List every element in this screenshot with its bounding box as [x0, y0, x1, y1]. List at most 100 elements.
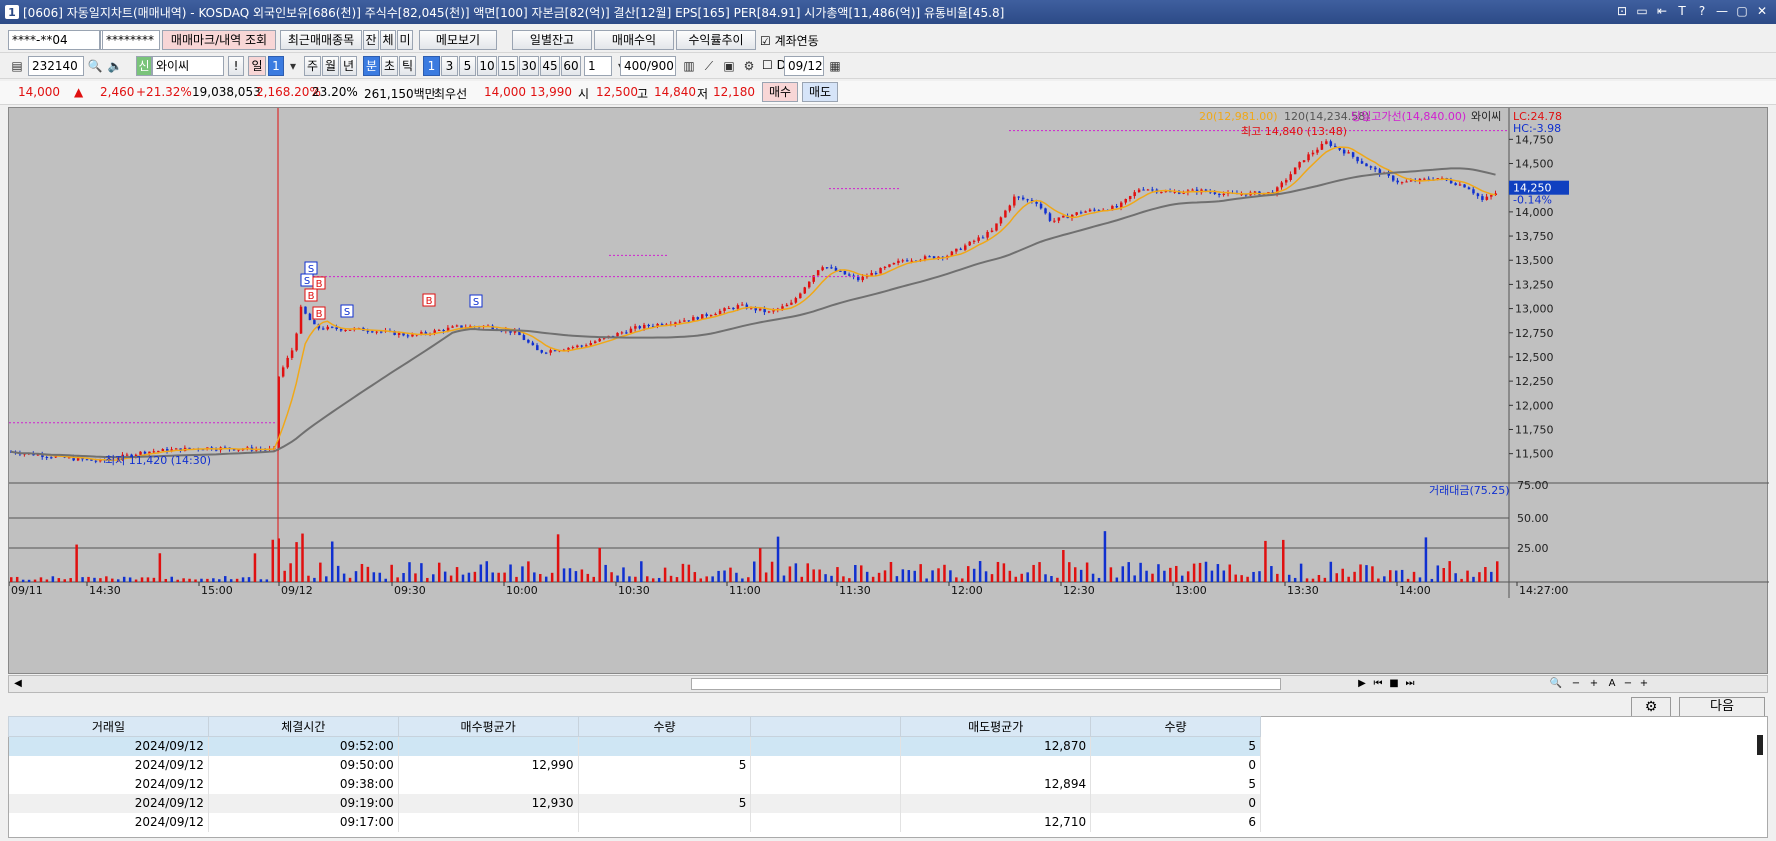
- period-second[interactable]: 초: [381, 56, 398, 76]
- font-icon[interactable]: T: [1674, 3, 1690, 19]
- close-icon[interactable]: ✕: [1754, 3, 1770, 19]
- volume-bar: [330, 541, 334, 582]
- col-buy-qty[interactable]: 수량: [577, 716, 752, 737]
- zoom-out-icon[interactable]: −: [1569, 677, 1583, 691]
- col-trade-date[interactable]: 거래일: [8, 716, 209, 737]
- interval-10[interactable]: 10: [477, 56, 497, 76]
- period-month[interactable]: 월: [322, 56, 339, 76]
- save-icon[interactable]: ▣: [720, 57, 738, 75]
- day-count-select[interactable]: 1: [268, 56, 284, 76]
- checkbox-icon[interactable]: ☑: [760, 34, 771, 48]
- stop-icon[interactable]: ■: [1387, 677, 1401, 691]
- dock-icon[interactable]: ⇤: [1654, 3, 1670, 19]
- window-title-bar: 1 [0606] 자동일지차트(매매내역) - KOSDAQ 외국인보유[686…: [0, 0, 1776, 24]
- speaker-icon[interactable]: 🔈: [106, 57, 124, 75]
- price-chart-panel[interactable]: 14,75014,50014,25014,00013,75013,50013,2…: [8, 107, 1769, 675]
- trade-marker-label: S: [308, 264, 314, 275]
- table-row[interactable]: 2024/09/12 09:52:00 12,870 5: [8, 736, 1261, 756]
- chevron-down-icon[interactable]: ▾: [284, 57, 302, 75]
- plus-tool-icon[interactable]: +: [1637, 677, 1651, 691]
- layout-icon[interactable]: ▤: [8, 57, 26, 75]
- minus-tool-icon[interactable]: −: [1621, 677, 1635, 691]
- search-icon[interactable]: 🔍: [86, 57, 104, 75]
- col-buy-avg[interactable]: 매수평균가: [397, 716, 579, 737]
- next-page-button[interactable]: 다음: [1679, 697, 1765, 717]
- table-vertical-scrollbar[interactable]: [1757, 735, 1763, 755]
- volume-bar: [955, 577, 958, 582]
- day-button[interactable]: 일: [248, 56, 266, 76]
- line-tool-icon[interactable]: ⟋: [700, 57, 718, 75]
- daily-balance-button[interactable]: 일별잔고: [512, 30, 592, 50]
- balance-button[interactable]: 잔: [363, 30, 379, 50]
- account-select[interactable]: ****-**04: [8, 30, 100, 50]
- settings-icon[interactable]: ⚙: [740, 57, 758, 75]
- stock-code-input[interactable]: 232140: [28, 56, 84, 76]
- period-week[interactable]: 주: [304, 56, 321, 76]
- help-icon[interactable]: ?: [1694, 3, 1710, 19]
- table-row[interactable]: 2024/09/12 09:19:00 12,930 5 0: [8, 793, 1261, 813]
- table-row[interactable]: 2024/09/12 09:50:00 12,990 5 0: [8, 755, 1261, 775]
- scroll-right-icon[interactable]: ▶: [1355, 677, 1369, 691]
- col-sell-avg[interactable]: 매도평균가: [900, 716, 1092, 737]
- candle-body: [1325, 141, 1328, 144]
- interval-15[interactable]: 15: [498, 56, 518, 76]
- table-row[interactable]: 2024/09/12 09:38:00 12,894 5: [8, 774, 1261, 794]
- trade-profit-button[interactable]: 매매수익: [594, 30, 674, 50]
- indicator-icon[interactable]: ▥: [680, 57, 698, 75]
- sell-button[interactable]: 매도: [802, 82, 838, 102]
- custom-interval-input[interactable]: 1: [584, 56, 612, 76]
- unfilled-button[interactable]: 미: [397, 30, 413, 50]
- zoom-plus-icon[interactable]: +: [1587, 677, 1601, 691]
- interval-5[interactable]: 5: [459, 56, 476, 76]
- interval-3[interactable]: 3: [441, 56, 458, 76]
- calendar-icon[interactable]: ▦: [826, 57, 844, 75]
- turnover-rate: 23.20%: [312, 85, 358, 99]
- grid-settings-button[interactable]: ⚙: [1631, 697, 1671, 717]
- volume-bar: [657, 577, 661, 582]
- volume-bar: [396, 577, 399, 582]
- col-exec-time[interactable]: 체결시간: [207, 716, 399, 737]
- volume-bar: [1353, 571, 1356, 582]
- volume-bar: [640, 561, 643, 582]
- volume-bar: [1103, 531, 1107, 582]
- link-window-icon[interactable]: ⊡: [1614, 3, 1630, 19]
- candle-body: [1053, 220, 1056, 222]
- col-sell-qty[interactable]: 수량: [1090, 716, 1261, 737]
- period-year[interactable]: 년: [340, 56, 357, 76]
- table-row[interactable]: 2024/09/12 09:17:00 12,710 6: [8, 812, 1261, 832]
- minimize-icon[interactable]: —: [1714, 3, 1730, 19]
- interval-1[interactable]: 1: [423, 56, 440, 76]
- restore-layout-icon[interactable]: ▭: [1634, 3, 1650, 19]
- memo-button[interactable]: 메모보기: [419, 30, 497, 50]
- interval-45[interactable]: 45: [540, 56, 560, 76]
- date-input[interactable]: 09/12: [784, 56, 824, 76]
- chart-horizontal-scrollbar[interactable]: ◀ ▶ ⏮ ■ ⏭ 🔍 − + A − +: [8, 675, 1768, 693]
- zoom-in-icon[interactable]: 🔍: [1549, 677, 1563, 691]
- last-icon[interactable]: ⏭: [1403, 677, 1417, 691]
- data-range-field[interactable]: 400/900: [620, 56, 676, 76]
- alert-button[interactable]: !: [228, 56, 244, 76]
- volume-bar: [1246, 576, 1249, 582]
- maximize-icon[interactable]: ▢: [1734, 3, 1750, 19]
- return-trend-button[interactable]: 수익률추이: [676, 30, 756, 50]
- period-tick[interactable]: 틱: [399, 56, 416, 76]
- account-link-checkbox[interactable]: ☑ 계좌연동: [760, 32, 819, 49]
- password-field[interactable]: ********: [102, 30, 160, 50]
- interval-30[interactable]: 30: [519, 56, 539, 76]
- scroll-left-icon[interactable]: ◀: [11, 677, 25, 691]
- volume-bar: [604, 564, 607, 582]
- date-checkbox[interactable]: ☐ D: [762, 58, 786, 72]
- candle-body: [174, 448, 178, 450]
- buy-button[interactable]: 매수: [762, 82, 798, 102]
- interval-60[interactable]: 60: [561, 56, 581, 76]
- first-icon[interactable]: ⏮: [1371, 677, 1385, 691]
- candle-body: [1289, 174, 1292, 180]
- executed-button[interactable]: 체: [380, 30, 396, 50]
- period-minute[interactable]: 분: [363, 56, 380, 76]
- text-tool-icon[interactable]: A: [1605, 677, 1619, 691]
- recent-trades-button[interactable]: 최근매매종목: [280, 30, 362, 50]
- candlestick-chart[interactable]: 14,75014,50014,25014,00013,75013,50013,2…: [9, 108, 1769, 675]
- trade-marks-button[interactable]: 매매마크/내역 조회: [162, 30, 276, 50]
- scroll-thumb[interactable]: [691, 678, 1281, 690]
- stock-name-field[interactable]: 와이씨: [152, 56, 224, 76]
